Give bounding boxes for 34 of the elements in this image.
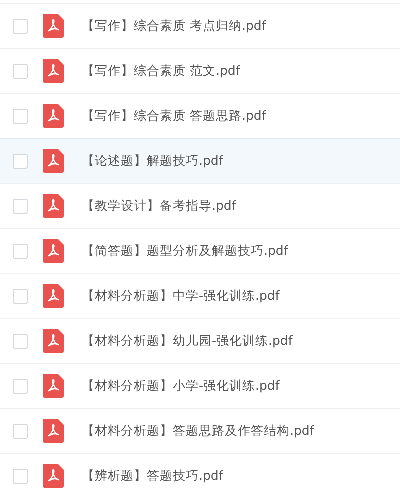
file-name[interactable]: 【材料分析题】小学-强化训练.pdf <box>82 378 280 394</box>
file-name[interactable]: 【论述题】解题技巧.pdf <box>82 152 224 170</box>
checkbox[interactable] <box>13 378 28 394</box>
pdf-file-icon <box>43 59 64 83</box>
checkbox[interactable] <box>13 424 28 438</box>
pdf-file-icon <box>43 329 64 353</box>
pdf-file-icon <box>43 374 64 398</box>
checkbox[interactable] <box>13 244 28 258</box>
file-name[interactable]: 【简答题】题型分析及解题技巧.pdf <box>82 242 288 260</box>
pdf-file-icon <box>43 149 64 173</box>
checkbox[interactable] <box>13 198 28 214</box>
file-name[interactable]: 【写作】综合素质 范文.pdf <box>82 62 240 80</box>
checkbox[interactable] <box>13 108 28 124</box>
file-name[interactable]: 【写作】综合素质 答题思路.pdf <box>82 108 266 124</box>
pdf-file-icon <box>43 464 64 488</box>
pdf-file-icon <box>43 14 64 38</box>
checkbox[interactable] <box>13 154 28 168</box>
file-row[interactable]: 【论述题】解题技巧.pdf <box>0 138 400 183</box>
pdf-file-icon <box>43 239 64 263</box>
checkbox[interactable] <box>13 334 28 348</box>
file-name[interactable]: 【写作】综合素质 考点归纳.pdf <box>82 18 266 34</box>
checkbox[interactable] <box>13 18 28 34</box>
checkbox[interactable] <box>13 468 28 484</box>
pdf-file-icon <box>43 194 64 218</box>
file-name[interactable]: 【材料分析题】答题思路及作答结构.pdf <box>82 422 314 440</box>
pdf-file-icon <box>43 284 64 308</box>
checkbox[interactable] <box>13 288 28 304</box>
file-name[interactable]: 【材料分析题】幼儿园-强化训练.pdf <box>82 332 293 350</box>
pdf-file-icon <box>43 419 64 443</box>
checkbox[interactable] <box>13 64 28 78</box>
file-name[interactable]: 【材料分析题】中学-强化训练.pdf <box>82 288 280 304</box>
pdf-file-icon <box>43 104 64 128</box>
file-name[interactable]: 【教学设计】备考指导.pdf <box>82 198 236 214</box>
file-name[interactable]: 【辨析题】答题技巧.pdf <box>82 468 224 484</box>
